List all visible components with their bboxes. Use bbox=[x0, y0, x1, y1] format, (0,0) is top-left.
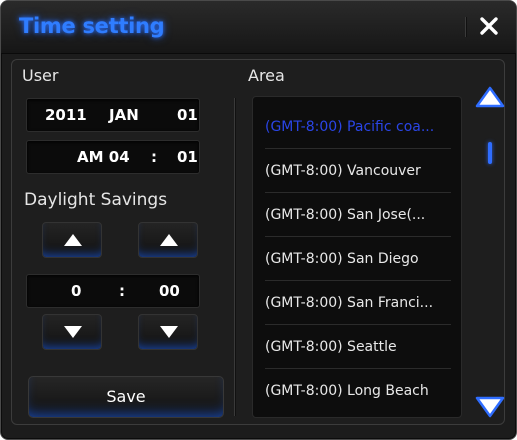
close-icon bbox=[480, 17, 498, 35]
area-item-san-diego[interactable]: (GMT-8:00) San Diego bbox=[265, 237, 451, 281]
date-month: JAN bbox=[109, 106, 139, 124]
area-item-vancouver[interactable]: (GMT-8:00) Vancouver bbox=[265, 149, 451, 193]
daylight-minutes: 00 bbox=[159, 282, 180, 300]
scrollbar-track[interactable] bbox=[486, 124, 494, 362]
triangle-down-icon bbox=[160, 326, 178, 338]
triangle-down-icon bbox=[64, 326, 82, 338]
daylight-minutes-up-button[interactable] bbox=[138, 222, 198, 258]
time-field[interactable]: AM 04 : 01 bbox=[26, 140, 200, 174]
title-divider bbox=[465, 17, 467, 37]
scroll-up-button[interactable] bbox=[474, 84, 506, 112]
scroll-down-button[interactable] bbox=[474, 392, 506, 420]
area-item-long-beach[interactable]: (GMT-8:00) Long Beach bbox=[265, 369, 451, 413]
daylight-separator: : bbox=[119, 282, 125, 300]
date-field[interactable]: 2011 JAN 01 bbox=[26, 98, 200, 132]
daylight-hours-down-button[interactable] bbox=[42, 314, 102, 350]
time-setting-window: Time setting User 2011 JAN 01 AM 04 : 01… bbox=[0, 0, 517, 440]
user-label: User bbox=[22, 66, 59, 85]
date-year: 2011 bbox=[45, 106, 87, 124]
time-ampm-hour: AM 04 bbox=[77, 148, 130, 166]
column-divider bbox=[234, 98, 236, 416]
area-list[interactable]: (GMT-8:00) Pacific coa... (GMT-8:00) Van… bbox=[252, 96, 462, 418]
time-minute: 01 bbox=[177, 148, 198, 166]
daylight-offset-field[interactable]: 0 : 00 bbox=[26, 274, 200, 308]
close-button[interactable] bbox=[471, 11, 507, 43]
triangle-up-icon bbox=[160, 234, 178, 246]
daylight-minutes-down-button[interactable] bbox=[138, 314, 198, 350]
title-bar: Time setting bbox=[1, 1, 516, 54]
daylight-hours: 0 bbox=[71, 282, 82, 300]
time-separator: : bbox=[151, 148, 157, 166]
scroll-down-icon bbox=[475, 396, 505, 418]
save-button[interactable]: Save bbox=[28, 376, 224, 418]
triangle-up-icon bbox=[64, 234, 82, 246]
area-item-seattle[interactable]: (GMT-8:00) Seattle bbox=[265, 325, 451, 369]
date-day: 01 bbox=[177, 106, 198, 124]
scrollbar-thumb[interactable] bbox=[488, 142, 492, 164]
window-title: Time setting bbox=[19, 14, 165, 38]
daylight-hours-up-button[interactable] bbox=[42, 222, 102, 258]
area-item-san-francisco[interactable]: (GMT-8:00) San Franci... bbox=[265, 281, 451, 325]
area-item-pacific-coast[interactable]: (GMT-8:00) Pacific coa... bbox=[265, 105, 451, 149]
daylight-savings-label: Daylight Savings bbox=[24, 190, 168, 210]
content-panel: User 2011 JAN 01 AM 04 : 01 Daylight Sav… bbox=[11, 59, 505, 425]
area-label: Area bbox=[248, 66, 285, 85]
scroll-up-icon bbox=[475, 86, 505, 108]
area-item-san-jose[interactable]: (GMT-8:00) San Jose(... bbox=[265, 193, 451, 237]
